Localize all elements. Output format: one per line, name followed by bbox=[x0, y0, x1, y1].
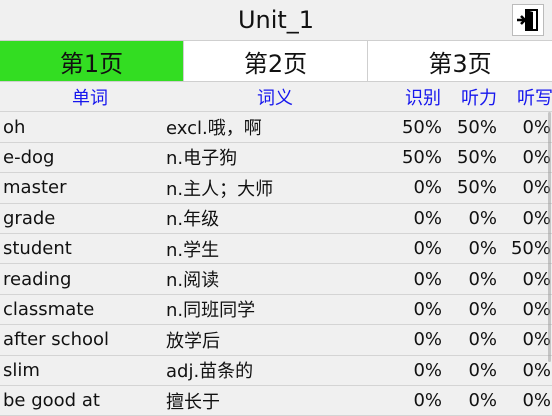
cell-listen: 0% bbox=[468, 298, 497, 320]
cell-recognize: 0% bbox=[413, 177, 442, 199]
cell-word: classmate bbox=[3, 298, 95, 320]
header-word[interactable]: 单词 bbox=[0, 82, 180, 111]
exit-button[interactable] bbox=[512, 4, 544, 36]
cell-listen: 50% bbox=[456, 116, 497, 138]
cell-word: e-dog bbox=[3, 146, 55, 168]
cell-dictation: 0% bbox=[522, 298, 551, 320]
cell-listen: 0% bbox=[468, 268, 497, 290]
cell-dictation: 0% bbox=[522, 268, 551, 290]
cell-recognize: 0% bbox=[413, 238, 442, 260]
cell-meaning: n.年级 bbox=[166, 209, 220, 231]
header-listen[interactable]: 听力 bbox=[456, 82, 502, 111]
cell-dictation: 0% bbox=[522, 116, 551, 138]
cell-word: grade bbox=[3, 207, 56, 229]
cell-word: slim bbox=[3, 359, 40, 381]
table-row[interactable]: classmate n.同班同学 0% 0% 0% bbox=[0, 295, 552, 326]
header-meaning[interactable]: 词义 bbox=[180, 82, 370, 111]
cell-recognize: 0% bbox=[413, 329, 442, 351]
cell-word: after school bbox=[3, 329, 110, 351]
header-recognize[interactable]: 识别 bbox=[400, 82, 446, 111]
cell-meaning: 放学后 bbox=[166, 330, 220, 352]
table-row[interactable]: oh excl.哦，啊 50% 50% 0% bbox=[0, 112, 552, 143]
exit-door-icon bbox=[517, 9, 538, 31]
word-table: 单词 词义 识别 听力 听写 oh excl.哦，啊 50% 50% 0% e-dog n.… bbox=[0, 82, 552, 416]
cell-dictation: 0% bbox=[522, 329, 551, 351]
cell-recognize: 0% bbox=[413, 268, 442, 290]
cell-meaning: n.主人；大师 bbox=[166, 178, 274, 200]
cell-word: oh bbox=[3, 116, 26, 138]
cell-listen: 50% bbox=[456, 177, 497, 199]
cell-listen: 0% bbox=[468, 329, 497, 351]
table-row[interactable]: e-dog n.电子狗 50% 50% 0% bbox=[0, 143, 552, 174]
table-row[interactable]: grade n.年级 0% 0% 0% bbox=[0, 204, 552, 234]
cell-dictation: 0% bbox=[522, 177, 551, 199]
table-row[interactable]: reading n.阅读 0% 0% 0% bbox=[0, 264, 552, 295]
table-row[interactable]: after school 放学后 0% 0% 0% bbox=[0, 325, 552, 356]
cell-word: master bbox=[3, 177, 67, 199]
cell-dictation: 0% bbox=[522, 207, 551, 229]
tab-page-3[interactable]: 第3页 bbox=[368, 41, 552, 81]
cell-meaning: excl.哦，啊 bbox=[166, 118, 262, 140]
table-row[interactable]: slim adj.苗条的 0% 0% 0% bbox=[0, 356, 552, 386]
cell-word: student bbox=[3, 238, 72, 260]
table-row[interactable]: student n.学生 0% 0% 50% bbox=[0, 234, 552, 265]
tab-page-1[interactable]: 第1页 bbox=[0, 41, 184, 81]
cell-dictation: 0% bbox=[522, 390, 551, 412]
cell-meaning: n.电子狗 bbox=[166, 148, 238, 170]
cell-recognize: 50% bbox=[401, 116, 442, 138]
cell-meaning: adj.苗条的 bbox=[166, 361, 254, 383]
cell-recognize: 0% bbox=[413, 298, 442, 320]
cell-meaning: n.学生 bbox=[166, 239, 220, 261]
cell-meaning: n.同班同学 bbox=[166, 300, 256, 322]
page-title: Unit_1 bbox=[237, 6, 315, 34]
table-header-row: 单词 词义 识别 听力 听写 bbox=[0, 82, 552, 113]
cell-recognize: 0% bbox=[413, 207, 442, 229]
cell-listen: 50% bbox=[456, 146, 497, 168]
cell-listen: 0% bbox=[468, 207, 497, 229]
header-dictation[interactable]: 听写 bbox=[512, 82, 552, 111]
cell-listen: 0% bbox=[468, 390, 497, 412]
cell-word: be good at bbox=[3, 390, 100, 412]
cell-recognize: 50% bbox=[401, 146, 442, 168]
title-bar: Unit_1 bbox=[0, 0, 552, 40]
cell-word: reading bbox=[3, 268, 72, 290]
cell-recognize: 0% bbox=[413, 390, 442, 412]
cell-dictation: 0% bbox=[522, 146, 551, 168]
cell-dictation: 0% bbox=[522, 359, 551, 381]
page-tabs: 第1页 第2页 第3页 bbox=[0, 40, 552, 82]
tab-page-2[interactable]: 第2页 bbox=[184, 41, 368, 81]
scrollbar[interactable] bbox=[547, 112, 552, 362]
cell-recognize: 0% bbox=[413, 359, 442, 381]
table-row[interactable]: be good at 擅长于 0% 0% 0% bbox=[0, 386, 552, 416]
cell-meaning: 擅长于 bbox=[166, 391, 220, 413]
table-row[interactable]: master n.主人；大师 0% 50% 0% bbox=[0, 173, 552, 204]
cell-meaning: n.阅读 bbox=[166, 270, 220, 292]
cell-dictation: 50% bbox=[510, 238, 551, 260]
cell-listen: 0% bbox=[468, 359, 497, 381]
cell-listen: 0% bbox=[468, 238, 497, 260]
